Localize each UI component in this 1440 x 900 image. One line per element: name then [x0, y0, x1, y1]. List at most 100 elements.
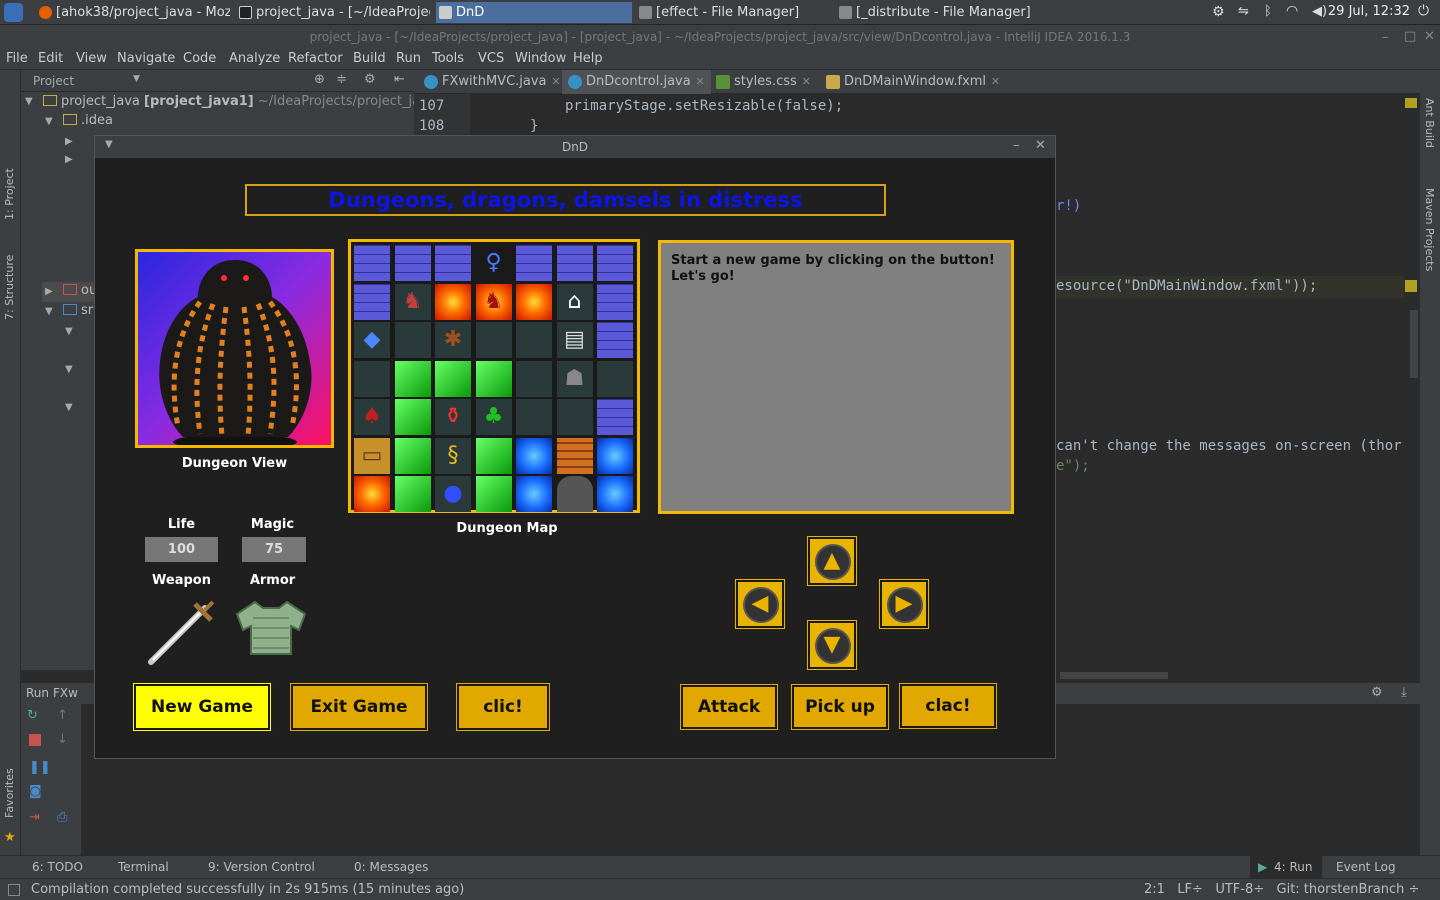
- gear-icon[interactable]: ⚙: [1371, 685, 1383, 700]
- clac-button[interactable]: clac!: [900, 684, 996, 728]
- menu-tools[interactable]: Tools: [432, 51, 464, 66]
- dropdown-arrow-icon[interactable]: ▼: [133, 74, 140, 84]
- move-down-button[interactable]: ▼: [808, 621, 856, 669]
- tree-root[interactable]: project_java [project_java1] ~/IdeaProje…: [43, 94, 436, 109]
- clic-button[interactable]: clic!: [457, 684, 549, 730]
- down-icon[interactable]: ↓: [57, 732, 68, 747]
- attack-button[interactable]: Attack: [681, 685, 777, 729]
- structure-tool-tab[interactable]: 7: Structure: [3, 255, 16, 320]
- error-stripe-mark[interactable]: [1405, 98, 1417, 108]
- tree-idea[interactable]: .idea: [63, 113, 113, 128]
- project-tool-tab[interactable]: 1: Project: [3, 168, 16, 220]
- tree-src[interactable]: sr: [63, 303, 93, 318]
- settings-tray-icon[interactable]: ⚙: [1212, 4, 1225, 20]
- expand-arrow-icon[interactable]: ▼: [65, 364, 73, 375]
- exit-icon[interactable]: ⇥: [29, 810, 40, 825]
- task-file-manager-distribute[interactable]: [_distribute - File Manager]: [836, 2, 1032, 23]
- gear-icon[interactable]: ⚙: [364, 72, 376, 87]
- hide-panel-icon[interactable]: ⤓: [1401, 685, 1407, 700]
- error-stripe-mark[interactable]: [1405, 280, 1417, 292]
- menu-navigate[interactable]: Navigate: [117, 51, 175, 66]
- menu-edit[interactable]: Edit: [38, 51, 63, 66]
- move-up-button[interactable]: ▲: [808, 537, 856, 585]
- print-icon[interactable]: ⎙: [57, 810, 67, 825]
- wifi-icon[interactable]: ◠: [1286, 3, 1298, 19]
- camera-icon[interactable]: ◙: [29, 784, 42, 799]
- volume-icon[interactable]: ◀): [1312, 4, 1327, 19]
- pick-up-button[interactable]: Pick up: [792, 685, 888, 729]
- exit-game-button[interactable]: Exit Game: [291, 684, 427, 730]
- menu-view[interactable]: View: [76, 51, 107, 66]
- menu-help[interactable]: Help: [573, 51, 603, 66]
- close-tab-icon[interactable]: ✕: [802, 70, 811, 94]
- stop-icon[interactable]: [29, 734, 41, 746]
- tab-fxml[interactable]: DnDMainWindow.fxml ✕: [820, 70, 1006, 94]
- editor-scrollbar[interactable]: [1410, 310, 1418, 378]
- task-firefox[interactable]: [ahok38/project_java - Mozill...: [36, 2, 230, 23]
- dnd-title-bar[interactable]: DnD: [95, 136, 1055, 158]
- move-left-button[interactable]: ◀: [736, 580, 784, 628]
- close-icon[interactable]: ✕: [1424, 29, 1435, 44]
- close-tab-icon[interactable]: ✕: [551, 70, 560, 94]
- maximize-icon[interactable]: □: [1404, 29, 1416, 44]
- network-tray-icon[interactable]: ⇋: [1238, 4, 1249, 19]
- todo-tool-button[interactable]: 6: TODO: [32, 860, 83, 874]
- clock[interactable]: 29 Jul, 12:32: [1328, 4, 1410, 19]
- version-control-tool-button[interactable]: 9: Version Control: [208, 860, 315, 874]
- close-tab-icon[interactable]: ✕: [991, 70, 1000, 94]
- new-game-button[interactable]: New Game: [134, 684, 270, 730]
- minimize-icon[interactable]: –: [1382, 30, 1389, 45]
- collapse-arrow-icon[interactable]: ▶: [45, 286, 53, 297]
- menu-code[interactable]: Code: [183, 51, 216, 66]
- menu-analyze[interactable]: Analyze: [229, 51, 280, 66]
- project-view-dropdown[interactable]: Project: [33, 74, 74, 88]
- tab-styles[interactable]: styles.css ✕: [710, 70, 817, 94]
- favorites-tool-tab[interactable]: Favorites: [3, 768, 16, 818]
- menu-file[interactable]: File: [6, 51, 28, 66]
- bluetooth-icon[interactable]: ᛒ: [1264, 4, 1272, 19]
- event-log-button[interactable]: Event Log: [1336, 860, 1396, 874]
- app-menu-icon[interactable]: [4, 3, 23, 22]
- expand-arrow-icon[interactable]: ▼: [65, 402, 73, 413]
- expand-arrow-icon[interactable]: ▼: [25, 96, 33, 107]
- ant-build-tab[interactable]: Ant Build: [1423, 98, 1436, 148]
- locate-icon[interactable]: ⊕: [314, 72, 325, 87]
- minimize-icon[interactable]: –: [1013, 138, 1020, 153]
- task-dnd[interactable]: DnD: [436, 2, 632, 23]
- expand-arrow-icon[interactable]: ▼: [65, 326, 73, 337]
- menu-run[interactable]: Run: [396, 51, 421, 66]
- status-info[interactable]: 2:1 LF÷ UTF-8÷ Git: thorstenBranch ÷: [1144, 882, 1419, 897]
- map-tile-lava: [516, 283, 552, 320]
- window-menu-icon[interactable]: ▼: [105, 139, 113, 150]
- menu-build[interactable]: Build: [353, 51, 386, 66]
- run-tab[interactable]: FXw: [53, 686, 78, 700]
- close-tab-icon[interactable]: ✕: [695, 70, 704, 94]
- menu-vcs[interactable]: VCS: [478, 51, 504, 66]
- task-file-manager-effect[interactable]: [effect - File Manager]: [636, 2, 832, 23]
- menu-window[interactable]: Window: [515, 51, 566, 66]
- pause-icon[interactable]: ❚❚: [29, 760, 51, 775]
- status-icon[interactable]: [8, 884, 20, 896]
- horizontal-scrollbar[interactable]: [1060, 672, 1168, 679]
- expand-arrow-icon[interactable]: ▼: [45, 116, 53, 127]
- up-icon[interactable]: ↑: [57, 708, 68, 723]
- terminal-tool-button[interactable]: Terminal: [118, 860, 169, 874]
- hide-icon[interactable]: ⇤: [394, 72, 405, 87]
- collapse-arrow-icon[interactable]: ▶: [65, 154, 73, 165]
- tab-dndcontrol[interactable]: DnDcontrol.java ✕: [562, 70, 711, 94]
- maven-projects-tab[interactable]: Maven Projects: [1423, 188, 1436, 271]
- spider-icon: ✱: [443, 327, 463, 352]
- collapse-arrow-icon[interactable]: ▶: [65, 136, 73, 147]
- move-right-button[interactable]: ▶: [880, 580, 928, 628]
- menu-refactor[interactable]: Refactor: [288, 51, 343, 66]
- task-intellij[interactable]: project_java - [~/IdeaProject...: [236, 2, 430, 23]
- collapse-icon[interactable]: ≑: [336, 72, 347, 87]
- tree-out[interactable]: ou: [63, 283, 97, 298]
- rerun-icon[interactable]: ↻: [27, 708, 38, 723]
- power-icon[interactable]: ⏻: [1418, 3, 1429, 19]
- tab-fxwithmvc[interactable]: FXwithMVC.java ✕: [418, 70, 567, 94]
- messages-tool-button[interactable]: 0: Messages: [354, 860, 428, 874]
- close-icon[interactable]: ✕: [1035, 138, 1046, 153]
- expand-arrow-icon[interactable]: ▼: [45, 306, 53, 317]
- run-tool-button[interactable]: 4: Run: [1274, 860, 1313, 874]
